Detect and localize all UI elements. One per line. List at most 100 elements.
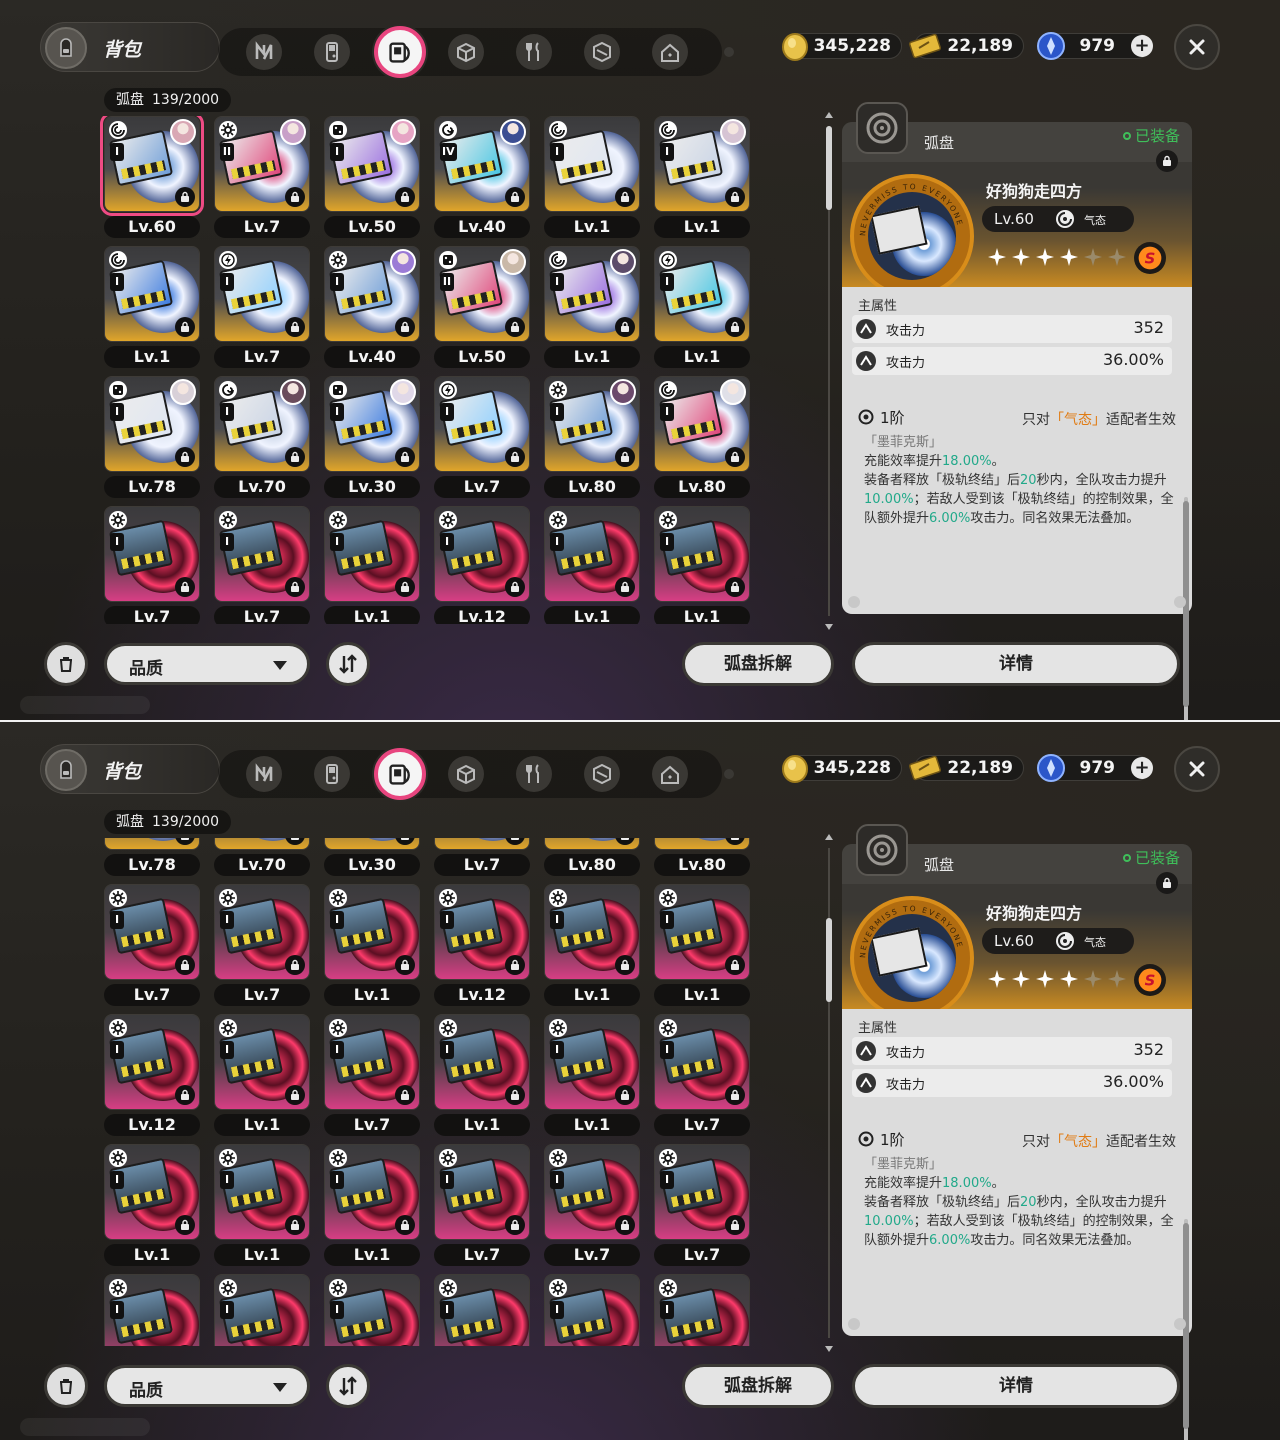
disc-card[interactable]: I <box>434 884 530 980</box>
inventory-scrollbar[interactable] <box>825 834 833 1352</box>
disc-item[interactable]: I <box>430 1274 534 1346</box>
disc-card[interactable] <box>544 838 640 850</box>
lock-icon[interactable] <box>615 317 635 337</box>
tab-food[interactable] <box>516 756 552 792</box>
disc-card[interactable]: I <box>214 1274 310 1346</box>
disc-card[interactable]: I <box>214 246 310 342</box>
lock-icon[interactable] <box>175 577 195 597</box>
detail-scrollbar[interactable] <box>1183 497 1189 720</box>
tab-bangboo[interactable] <box>584 756 620 792</box>
lock-icon[interactable] <box>615 187 635 207</box>
sort-dropdown[interactable]: 品质 <box>104 1365 310 1407</box>
lock-icon[interactable] <box>395 317 415 337</box>
disc-item[interactable]: I Lv.1 <box>650 884 754 1008</box>
lock-icon[interactable] <box>725 1085 745 1105</box>
disc-card[interactable]: I <box>654 1144 750 1240</box>
trash-button[interactable] <box>44 1364 88 1408</box>
disc-card[interactable]: I <box>434 1014 530 1110</box>
disc-card[interactable]: I <box>434 1144 530 1240</box>
disc-card[interactable]: I <box>544 376 640 472</box>
lock-icon[interactable] <box>175 1085 195 1105</box>
disc-card[interactable] <box>654 838 750 850</box>
lock-icon[interactable] <box>505 577 525 597</box>
lock-icon[interactable] <box>725 955 745 975</box>
tab-home[interactable] <box>652 34 688 70</box>
lock-icon[interactable] <box>725 317 745 337</box>
disc-card[interactable]: I <box>654 246 750 342</box>
scroll-thumb[interactable] <box>826 918 832 1002</box>
disc-item[interactable]: I Lv.1 <box>320 506 424 624</box>
disc-card[interactable]: I <box>654 884 750 980</box>
disc-card[interactable]: I <box>324 1274 420 1346</box>
lock-icon[interactable] <box>285 447 305 467</box>
disc-item[interactable]: I <box>100 1274 204 1346</box>
lock-icon[interactable] <box>285 1215 305 1235</box>
disc-item[interactable]: I Lv.50 <box>320 116 424 240</box>
disc-item[interactable]: I Lv.1 <box>320 1144 424 1268</box>
lock-icon[interactable] <box>615 1215 635 1235</box>
disc-card[interactable]: I <box>544 884 640 980</box>
lock-icon[interactable] <box>615 955 635 975</box>
disc-card[interactable]: I <box>324 1014 420 1110</box>
lock-icon[interactable] <box>175 447 195 467</box>
lock-icon[interactable] <box>505 447 525 467</box>
lock-icon[interactable] <box>505 955 525 975</box>
disc-card[interactable] <box>104 838 200 850</box>
disc-item[interactable]: Lv.30 <box>320 838 424 878</box>
disc-item[interactable]: I Lv.12 <box>430 884 534 1008</box>
tab-hollow-zero[interactable] <box>246 756 282 792</box>
lock-icon[interactable] <box>615 447 635 467</box>
lock-icon[interactable] <box>175 317 195 337</box>
disc-card[interactable]: I <box>654 1274 750 1346</box>
disc-item[interactable]: I <box>540 1274 644 1346</box>
details-button[interactable]: 详情 <box>852 1364 1180 1408</box>
disc-card[interactable]: I <box>324 884 420 980</box>
sort-order-button[interactable] <box>326 1364 370 1408</box>
disc-item[interactable]: I Lv.1 <box>650 506 754 624</box>
lock-icon[interactable] <box>505 317 525 337</box>
disc-item[interactable]: I Lv.1 <box>540 116 644 240</box>
currency-dennies[interactable]: 345,228 <box>782 755 902 783</box>
lock-icon[interactable] <box>285 577 305 597</box>
detail-lock-button[interactable] <box>1156 872 1178 894</box>
tab-food[interactable] <box>516 34 552 70</box>
disc-item[interactable]: I Lv.7 <box>650 1144 754 1268</box>
disc-item[interactable]: I Lv.7 <box>210 246 314 370</box>
disc-card[interactable]: I <box>654 1014 750 1110</box>
disc-item[interactable]: Lv.70 <box>210 838 314 878</box>
close-button[interactable] <box>1174 746 1220 792</box>
tab-hollow-zero[interactable] <box>246 34 282 70</box>
lock-icon[interactable] <box>395 955 415 975</box>
disc-item[interactable]: I Lv.60 <box>100 116 204 240</box>
disc-item[interactable]: I Lv.7 <box>540 1144 644 1268</box>
disc-item[interactable]: I Lv.7 <box>210 884 314 1008</box>
lock-icon[interactable] <box>285 955 305 975</box>
scroll-down-icon[interactable] <box>825 624 833 630</box>
disc-item[interactable]: I Lv.7 <box>210 506 314 624</box>
lock-icon[interactable] <box>395 1085 415 1105</box>
lock-icon[interactable] <box>505 1215 525 1235</box>
disc-item[interactable]: I <box>650 1274 754 1346</box>
disc-card[interactable]: I <box>324 506 420 602</box>
scroll-down-icon[interactable] <box>825 1346 833 1352</box>
disc-card[interactable]: I <box>544 246 640 342</box>
disc-card[interactable]: I <box>214 506 310 602</box>
lock-icon[interactable] <box>725 187 745 207</box>
lock-icon[interactable] <box>285 1085 305 1105</box>
disc-card[interactable]: I <box>324 116 420 212</box>
disc-item[interactable]: I Lv.80 <box>650 376 754 500</box>
disc-item[interactable]: Lv.80 <box>540 838 644 878</box>
currency-dennies[interactable]: 345,228 <box>782 33 902 61</box>
disc-card[interactable] <box>324 838 420 850</box>
disc-item[interactable]: I Lv.1 <box>540 246 644 370</box>
disc-item[interactable]: Lv.78 <box>100 838 204 878</box>
currency-polychrome[interactable]: 979 + <box>1037 32 1153 60</box>
disc-card[interactable]: I <box>654 116 750 212</box>
disc-item[interactable]: I Lv.12 <box>430 506 534 624</box>
add-polychrome-button[interactable]: + <box>1131 35 1153 57</box>
disc-card[interactable] <box>214 838 310 850</box>
disc-item[interactable]: I Lv.7 <box>100 884 204 1008</box>
disc-item[interactable]: I Lv.1 <box>650 246 754 370</box>
disc-item[interactable]: I Lv.1 <box>650 116 754 240</box>
disc-card[interactable]: IV <box>434 116 530 212</box>
